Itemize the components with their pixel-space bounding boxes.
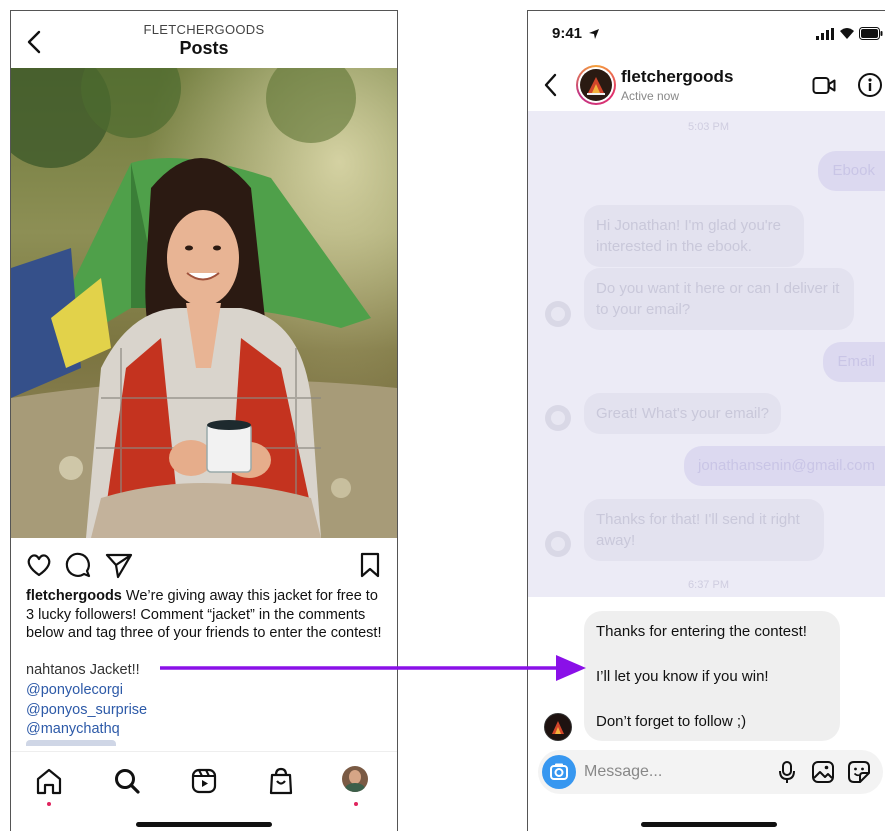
- signal-icon: [816, 28, 834, 40]
- timestamp: 5:03 PM: [688, 121, 729, 133]
- reels-icon[interactable]: [187, 764, 221, 798]
- post-action-row: [11, 546, 397, 582]
- notification-dot: [354, 802, 358, 806]
- page-title: Posts: [179, 38, 229, 58]
- chat-avatar[interactable]: [576, 65, 616, 105]
- post-caption: fletchergoods We’re giving away this jac…: [26, 587, 386, 643]
- more-comments-hint: [26, 738, 146, 746]
- microphone-icon[interactable]: [774, 759, 800, 785]
- posts-header: FLETCHERGOODS Posts: [11, 11, 397, 67]
- incoming-message: Thanks for that! I'll send it right away…: [584, 499, 824, 561]
- message-line: I’ll let you know if you win!: [596, 668, 769, 685]
- home-indicator: [136, 822, 272, 827]
- sticker-icon[interactable]: [846, 759, 872, 785]
- notification-dot: [47, 802, 51, 806]
- comment-row: nahtanos Jacket!!: [26, 661, 140, 680]
- mention-link[interactable]: @ponyolecorgi: [26, 681, 123, 700]
- sender-avatar: [545, 301, 571, 327]
- profile-avatar[interactable]: [342, 766, 368, 792]
- contest-reply-message: Thanks for entering the contest! I’ll le…: [584, 611, 840, 741]
- search-icon[interactable]: [110, 764, 144, 798]
- incoming-message: Do you want it here or can I deliver it …: [584, 268, 854, 330]
- campfire-logo-icon: [587, 77, 605, 95]
- comment-text: Jacket!!: [85, 662, 140, 678]
- account-handle: FLETCHERGOODS: [143, 22, 265, 37]
- post-photo[interactable]: [11, 68, 397, 538]
- outgoing-message: Email: [823, 342, 885, 382]
- home-indicator: [640, 822, 777, 827]
- campfire-logo-icon: [552, 721, 564, 734]
- sender-avatar: [545, 405, 571, 431]
- mention-link[interactable]: @manychathq: [26, 720, 120, 739]
- instagram-dm-screen: 9:41 fletchergoods Active now 5:03 PM Eb…: [527, 10, 885, 831]
- active-status: Active now: [621, 89, 680, 103]
- camera-button[interactable]: [542, 755, 576, 789]
- battery-icon: [859, 27, 883, 40]
- info-icon[interactable]: [857, 72, 883, 98]
- message-input[interactable]: [584, 761, 744, 783]
- share-icon[interactable]: [104, 550, 134, 580]
- caption-username[interactable]: fletchergoods: [26, 588, 122, 604]
- timestamp: 6:37 PM: [688, 579, 729, 591]
- location-arrow-icon: [589, 29, 599, 39]
- wifi-icon: [840, 28, 854, 39]
- message-line: Don’t forget to follow ;): [596, 713, 747, 730]
- status-bar: 9:41: [528, 11, 885, 55]
- chat-header: fletchergoods Active now: [528, 61, 885, 111]
- sender-avatar: [545, 531, 571, 557]
- back-chevron-icon[interactable]: [540, 71, 562, 99]
- faded-message-history: 5:03 PM Ebook Hi Jonathan! I'm glad you'…: [528, 111, 885, 597]
- chat-username[interactable]: fletchergoods: [621, 67, 733, 87]
- comment-icon[interactable]: [63, 550, 93, 580]
- comment-username[interactable]: nahtanos: [26, 662, 86, 678]
- camera-icon: [550, 763, 568, 780]
- bottom-tab-bar: [11, 751, 397, 809]
- sender-avatar[interactable]: [544, 713, 572, 741]
- heart-icon[interactable]: [24, 550, 54, 580]
- mention-link[interactable]: @ponyos_surprise: [26, 701, 147, 720]
- message-line: Thanks for entering the contest!: [596, 623, 807, 640]
- message-composer: [538, 750, 883, 794]
- outgoing-message: Ebook: [818, 151, 885, 191]
- status-time: 9:41: [552, 25, 583, 42]
- gallery-icon[interactable]: [810, 759, 836, 785]
- shop-icon[interactable]: [264, 764, 298, 798]
- bookmark-icon[interactable]: [355, 550, 385, 580]
- video-call-icon[interactable]: [812, 75, 836, 97]
- instagram-post-screen: FLETCHERGOODS Posts fletchergoods We’re …: [10, 10, 398, 831]
- outgoing-message: jonathansenin@gmail.com: [684, 446, 885, 486]
- incoming-message: Great! What's your email?: [584, 393, 781, 434]
- woman-camping-photo-icon: [11, 68, 397, 538]
- incoming-message: Hi Jonathan! I'm glad you're interested …: [584, 205, 804, 267]
- home-icon[interactable]: [32, 764, 66, 798]
